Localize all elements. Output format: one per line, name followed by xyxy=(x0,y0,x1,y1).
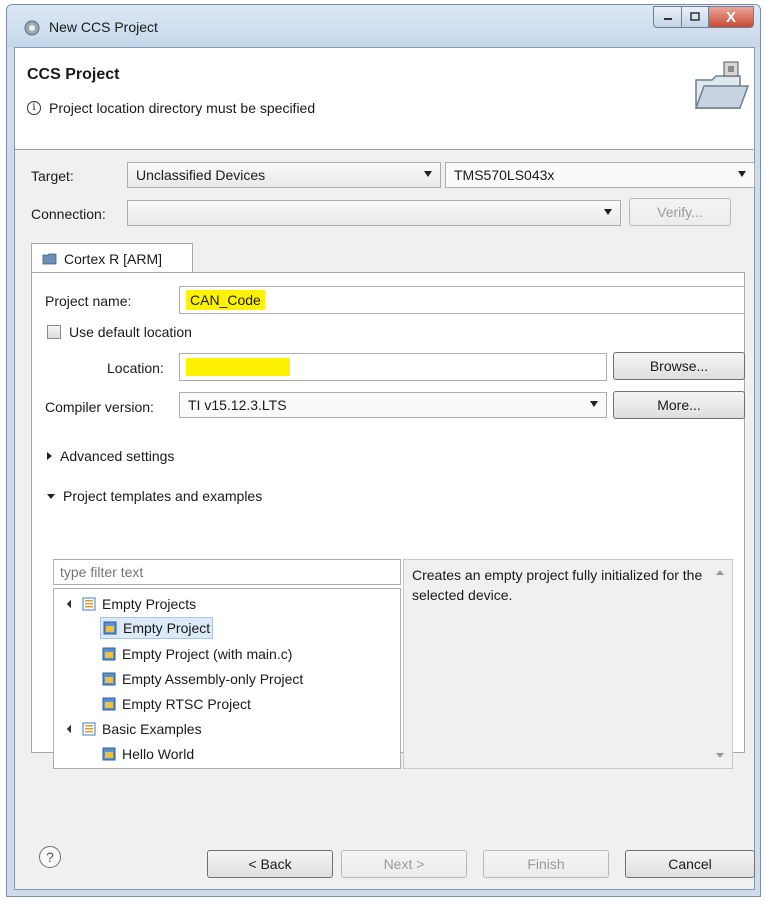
processor-icon xyxy=(42,253,57,264)
target-device-value: TMS570LS043x xyxy=(454,167,555,183)
tree-item-empty-project-main[interactable]: Empty Project (with main.c) xyxy=(102,643,292,665)
template-tree: Empty Projects Empty Project Empty Proje… xyxy=(53,588,401,769)
tree-item-empty-project[interactable]: Empty Project xyxy=(100,617,214,639)
folder-group-icon xyxy=(82,597,96,611)
tree-item-label: Empty Projects xyxy=(102,596,197,612)
compiler-version-value: TI v15.12.3.LTS xyxy=(188,397,287,413)
status-message-text: Project location directory must be speci… xyxy=(49,100,316,116)
tree-item-label: Empty Project xyxy=(123,620,211,636)
tree-item-label: Basic Examples xyxy=(102,721,202,737)
scroll-up-arrow-icon[interactable] xyxy=(716,570,724,575)
template-description: Creates an empty project fully initializ… xyxy=(403,559,733,769)
dialog-content: CCS Project i Project location directory… xyxy=(14,47,755,890)
tab-label: Cortex R [ARM] xyxy=(64,250,163,267)
project-template-icon xyxy=(102,697,116,711)
maximize-icon xyxy=(690,12,700,21)
target-label: Target: xyxy=(31,168,74,184)
tree-item-hello-world[interactable]: Hello World xyxy=(102,743,194,765)
project-name-value: CAN_Code xyxy=(186,290,265,310)
project-name-input[interactable]: CAN_Code xyxy=(179,286,745,314)
title-bar[interactable]: New CCS Project X xyxy=(7,5,760,47)
back-button[interactable]: < Back xyxy=(207,850,333,878)
location-input[interactable] xyxy=(179,353,607,381)
page-title: CCS Project xyxy=(27,66,120,83)
chevron-down-icon xyxy=(738,171,746,177)
tab-cortex-r[interactable]: Cortex R [ARM] xyxy=(31,243,193,273)
use-default-location-checkbox[interactable] xyxy=(47,325,61,339)
tree-item-label: Empty Assembly-only Project xyxy=(122,671,304,687)
compiler-version-combo[interactable]: TI v15.12.3.LTS xyxy=(179,392,607,418)
project-template-icon xyxy=(102,647,116,661)
chevron-down-icon xyxy=(590,401,598,407)
browse-button[interactable]: Browse... xyxy=(613,352,745,380)
project-name-label: Project name: xyxy=(45,293,132,309)
close-button[interactable]: X xyxy=(708,6,754,28)
chevron-down-icon xyxy=(424,171,432,177)
help-button[interactable]: ? xyxy=(39,846,61,868)
project-template-icon xyxy=(102,747,116,761)
chevron-right-icon xyxy=(47,452,52,460)
chevron-down-icon xyxy=(604,209,612,215)
verify-button[interactable]: Verify... xyxy=(629,198,731,226)
project-templates-toggle[interactable]: Project templates and examples xyxy=(47,488,262,504)
window-controls: X xyxy=(653,6,754,28)
next-button[interactable]: Next > xyxy=(341,850,467,878)
advanced-settings-toggle[interactable]: Advanced settings xyxy=(47,448,174,464)
connection-label: Connection: xyxy=(31,206,106,222)
tree-item-label: Empty RTSC Project xyxy=(122,696,251,712)
tree-item-empty-rtsc-project[interactable]: Empty RTSC Project xyxy=(102,693,251,715)
more-button[interactable]: More... xyxy=(613,391,745,419)
ccs-app-icon xyxy=(24,20,40,36)
tree-group-empty-projects[interactable]: Empty Projects xyxy=(66,593,197,615)
dialog-window: New CCS Project X CCS Project i Project … xyxy=(6,4,761,897)
advanced-settings-label: Advanced settings xyxy=(60,448,175,464)
close-icon: X xyxy=(725,8,736,26)
project-template-icon xyxy=(102,672,116,686)
tree-item-empty-assembly-project[interactable]: Empty Assembly-only Project xyxy=(102,668,303,690)
folder-group-icon xyxy=(82,722,96,736)
template-filter-input[interactable] xyxy=(53,559,401,585)
tree-group-basic-examples[interactable]: Basic Examples xyxy=(66,718,202,740)
info-icon: i xyxy=(27,101,41,115)
finish-button[interactable]: Finish xyxy=(483,850,609,878)
template-description-text: Creates an empty project fully initializ… xyxy=(412,567,703,603)
target-family-value: Unclassified Devices xyxy=(136,167,266,183)
cancel-button[interactable]: Cancel xyxy=(625,850,755,878)
minimize-icon xyxy=(663,18,672,20)
status-message: i Project location directory must be spe… xyxy=(27,100,315,116)
maximize-button[interactable] xyxy=(681,6,708,28)
target-family-combo[interactable]: Unclassified Devices xyxy=(127,162,441,188)
expand-arrow-icon xyxy=(66,599,76,609)
project-template-icon xyxy=(103,621,117,635)
scroll-down-arrow-icon[interactable] xyxy=(716,753,724,758)
tree-item-label: Empty Project (with main.c) xyxy=(122,646,293,662)
folder-wizard-icon xyxy=(694,61,750,109)
use-default-location-label: Use default location xyxy=(69,324,192,340)
target-device-combo[interactable]: TMS570LS043x xyxy=(445,162,755,188)
tree-item-label: Hello World xyxy=(122,746,195,762)
compiler-version-label: Compiler version: xyxy=(45,399,154,415)
connection-combo[interactable] xyxy=(127,200,621,226)
window-title: New CCS Project xyxy=(49,19,158,35)
minimize-button[interactable] xyxy=(653,6,681,28)
project-templates-label: Project templates and examples xyxy=(63,488,263,504)
location-label: Location: xyxy=(107,360,164,376)
chevron-down-icon xyxy=(47,493,55,499)
wizard-header: CCS Project i Project location directory… xyxy=(15,48,754,150)
location-value xyxy=(186,358,290,376)
expand-arrow-icon xyxy=(66,724,76,734)
